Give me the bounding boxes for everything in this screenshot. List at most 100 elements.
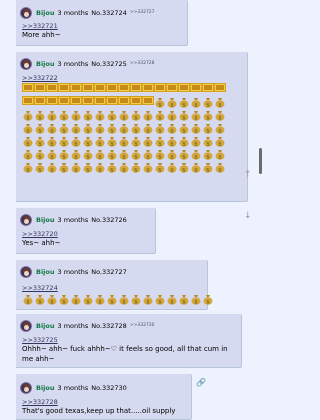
money-bag-icon: $ (70, 122, 82, 134)
money-bag-icon: $ (190, 96, 202, 108)
svg-text:$: $ (206, 115, 210, 121)
money-bag-icon: $ (82, 109, 94, 121)
svg-text:$: $ (98, 299, 102, 305)
post-number[interactable]: No.332727 (91, 268, 127, 276)
avatar[interactable] (20, 319, 32, 332)
svg-text:$: $ (26, 128, 30, 134)
svg-text:$: $ (134, 154, 138, 160)
emoji-row: $ $ $ $ $ $ (16, 95, 247, 108)
money-bag-icon: $ (34, 109, 46, 121)
money-bag-icon: $ (178, 109, 190, 121)
flag-icon (22, 95, 34, 108)
money-bag-icon: $ (214, 96, 226, 108)
down-arrow-icon[interactable]: ↓ (244, 211, 252, 221)
scrollbar[interactable] (259, 148, 262, 174)
money-bag-icon: $ (58, 122, 70, 134)
post-number[interactable]: No.332728 (91, 322, 127, 330)
flag-icon (130, 82, 142, 95)
money-bag-icon: $ (46, 122, 58, 134)
quote-link[interactable]: >>332725 (16, 336, 241, 344)
svg-text:$: $ (134, 299, 138, 305)
up-arrow-icon[interactable]: ↑ (244, 170, 252, 180)
quote-link[interactable]: >>332721 (16, 22, 187, 30)
poster-name: Bijou (36, 321, 55, 330)
money-bag-icon: $ (154, 96, 166, 108)
post-number[interactable]: No.332730 (91, 384, 127, 392)
quote-link[interactable]: >>332722 (16, 74, 247, 82)
money-bag-icon: $ (46, 293, 58, 305)
svg-text:$: $ (38, 167, 42, 173)
money-bag-icon: $ (22, 148, 34, 160)
money-bag-icon: $ (22, 161, 34, 173)
money-bag-icon: $ (154, 109, 166, 121)
svg-text:$: $ (74, 141, 78, 147)
flag-icon (118, 82, 130, 95)
svg-text:$: $ (194, 299, 198, 305)
money-bag-icon: $ (166, 293, 178, 305)
svg-text:$: $ (194, 115, 198, 121)
quote-link[interactable]: >>332720 (16, 230, 155, 238)
svg-text:$: $ (122, 115, 126, 121)
money-bag-icon: $ (58, 148, 70, 160)
svg-text:$: $ (38, 128, 42, 134)
money-bag-icon: $ (22, 122, 34, 134)
svg-text:$: $ (170, 115, 174, 121)
money-bag-icon: $ (202, 148, 214, 160)
svg-text:$: $ (158, 299, 162, 305)
money-bag-icon: $ (82, 148, 94, 160)
svg-text:$: $ (158, 167, 162, 173)
svg-text:$: $ (182, 299, 186, 305)
svg-text:$: $ (50, 154, 54, 160)
svg-text:$: $ (158, 128, 162, 134)
flag-icon (70, 95, 82, 108)
quote-link[interactable]: >>332728 (16, 398, 191, 406)
post-number[interactable]: No.332724 (91, 9, 127, 17)
svg-text:$: $ (146, 167, 150, 173)
post-number[interactable]: No.332725 (91, 60, 127, 68)
money-bag-icon: $ (202, 109, 214, 121)
svg-text:$: $ (134, 115, 138, 121)
avatar[interactable] (20, 57, 32, 70)
money-bag-icon: $ (106, 293, 118, 305)
svg-text:$: $ (134, 141, 138, 147)
svg-text:$: $ (206, 128, 210, 134)
svg-text:$: $ (206, 167, 210, 173)
post-332727: Bijou 3 months No.332727 >>332724 $ $ $ $ $ $… (16, 260, 213, 310)
avatar[interactable] (20, 381, 32, 394)
post-time: 3 months (57, 215, 89, 224)
avatar[interactable] (20, 6, 32, 19)
post-number[interactable]: No.332726 (91, 216, 127, 224)
money-bag-icon: $ (166, 135, 178, 147)
post-time: 3 months (57, 59, 89, 68)
svg-text:$: $ (218, 154, 222, 160)
money-bag-icon: $ (106, 148, 118, 160)
post-message: More ahh~ (22, 31, 61, 39)
emoji-row: $ $ $ $ $ $ $ $ $ $ $ $ $ $ $ $ $ (16, 108, 247, 121)
post-time: 3 months (57, 8, 89, 17)
backlink[interactable]: >>332727 (130, 10, 155, 15)
quote-link[interactable]: >>332724 (16, 284, 207, 292)
link-icon[interactable]: 🔗 (196, 378, 206, 387)
svg-text:$: $ (206, 154, 210, 160)
svg-text:$: $ (146, 154, 150, 160)
flag-icon (178, 82, 190, 95)
svg-text:$: $ (122, 141, 126, 147)
money-bag-icon: $ (130, 135, 142, 147)
avatar[interactable] (20, 265, 32, 278)
backlink[interactable]: >>332730 (130, 323, 155, 328)
backlink[interactable]: >>332728 (130, 61, 155, 66)
avatar[interactable] (20, 213, 32, 226)
money-bag-icon: $ (142, 135, 154, 147)
flag-icon (82, 82, 94, 95)
svg-text:$: $ (50, 141, 54, 147)
svg-text:$: $ (26, 154, 30, 160)
svg-text:$: $ (134, 167, 138, 173)
money-bag-icon: $ (190, 109, 202, 121)
money-bag-icon: $ (118, 148, 130, 160)
svg-text:$: $ (74, 299, 78, 305)
money-bag-icon: $ (202, 293, 214, 305)
money-bag-icon: $ (214, 148, 226, 160)
svg-text:$: $ (62, 128, 66, 134)
post-time: 3 months (57, 383, 89, 392)
svg-text:$: $ (218, 115, 222, 121)
